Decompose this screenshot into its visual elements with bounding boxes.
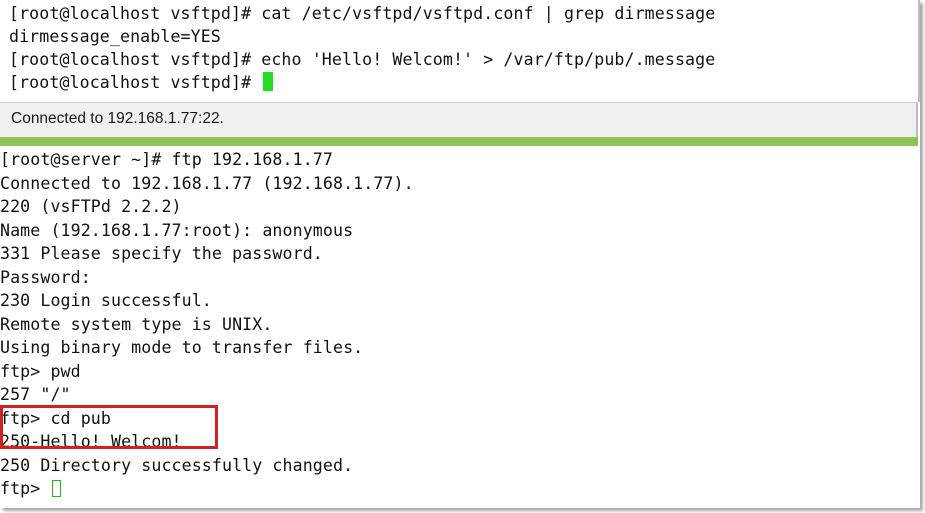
terminal-line: dirmessage_enable=YES bbox=[9, 27, 221, 46]
terminal-line: Name (192.168.1.77:root): anonymous bbox=[0, 220, 354, 240]
terminal-line: ftp> pwd bbox=[0, 361, 81, 381]
terminal-line: Remote system type is UNIX. bbox=[0, 314, 273, 334]
terminal-cursor bbox=[52, 480, 62, 497]
terminal-line: [root@server ~]# ftp 192.168.1.77 bbox=[0, 150, 333, 169]
terminal-cursor bbox=[263, 72, 274, 91]
terminal-line: [root@localhost vsftpd]# echo 'Hello! We… bbox=[9, 50, 716, 69]
screenshot-frame: [root@localhost vsftpd]# cat /etc/vsftpd… bbox=[0, 0, 920, 508]
pane-divider bbox=[0, 137, 918, 146]
terminal-line: Using binary mode to transfer files. bbox=[0, 338, 364, 357]
top-terminal-pane[interactable]: [root@localhost vsftpd]# cat /etc/vsftpd… bbox=[0, 0, 920, 102]
terminal-line: 220 (vsFTPd 2.2.2) bbox=[0, 197, 182, 216]
terminal-line: 230 Login successful. bbox=[0, 291, 212, 310]
highlight-box bbox=[0, 405, 218, 449]
terminal-line: 331 Please specify the password. bbox=[0, 244, 323, 263]
terminal-line: [root@localhost vsftpd]# cat /etc/vsftpd… bbox=[9, 4, 716, 23]
terminal-line: 250 Directory successfully changed. bbox=[0, 455, 354, 475]
connection-status: Connected to 192.168.1.77:22. bbox=[11, 110, 224, 127]
terminal-line: 257 "/" bbox=[0, 385, 71, 404]
ftp-prompt: ftp> bbox=[0, 479, 51, 498]
status-bar: Connected to 192.168.1.77:22. bbox=[0, 102, 918, 137]
terminal-line: Connected to 192.168.1.77 (192.168.1.77)… bbox=[0, 173, 414, 193]
terminal-prompt-line: [root@localhost vsftpd]# bbox=[9, 71, 274, 94]
terminal-line: Password: bbox=[0, 267, 91, 287]
terminal-prompt: [root@localhost vsftpd]# bbox=[9, 73, 262, 92]
terminal-prompt-line: ftp> bbox=[0, 477, 62, 501]
bottom-terminal-pane[interactable]: [root@server ~]# ftp 192.168.1.77 Connec… bbox=[0, 146, 920, 508]
